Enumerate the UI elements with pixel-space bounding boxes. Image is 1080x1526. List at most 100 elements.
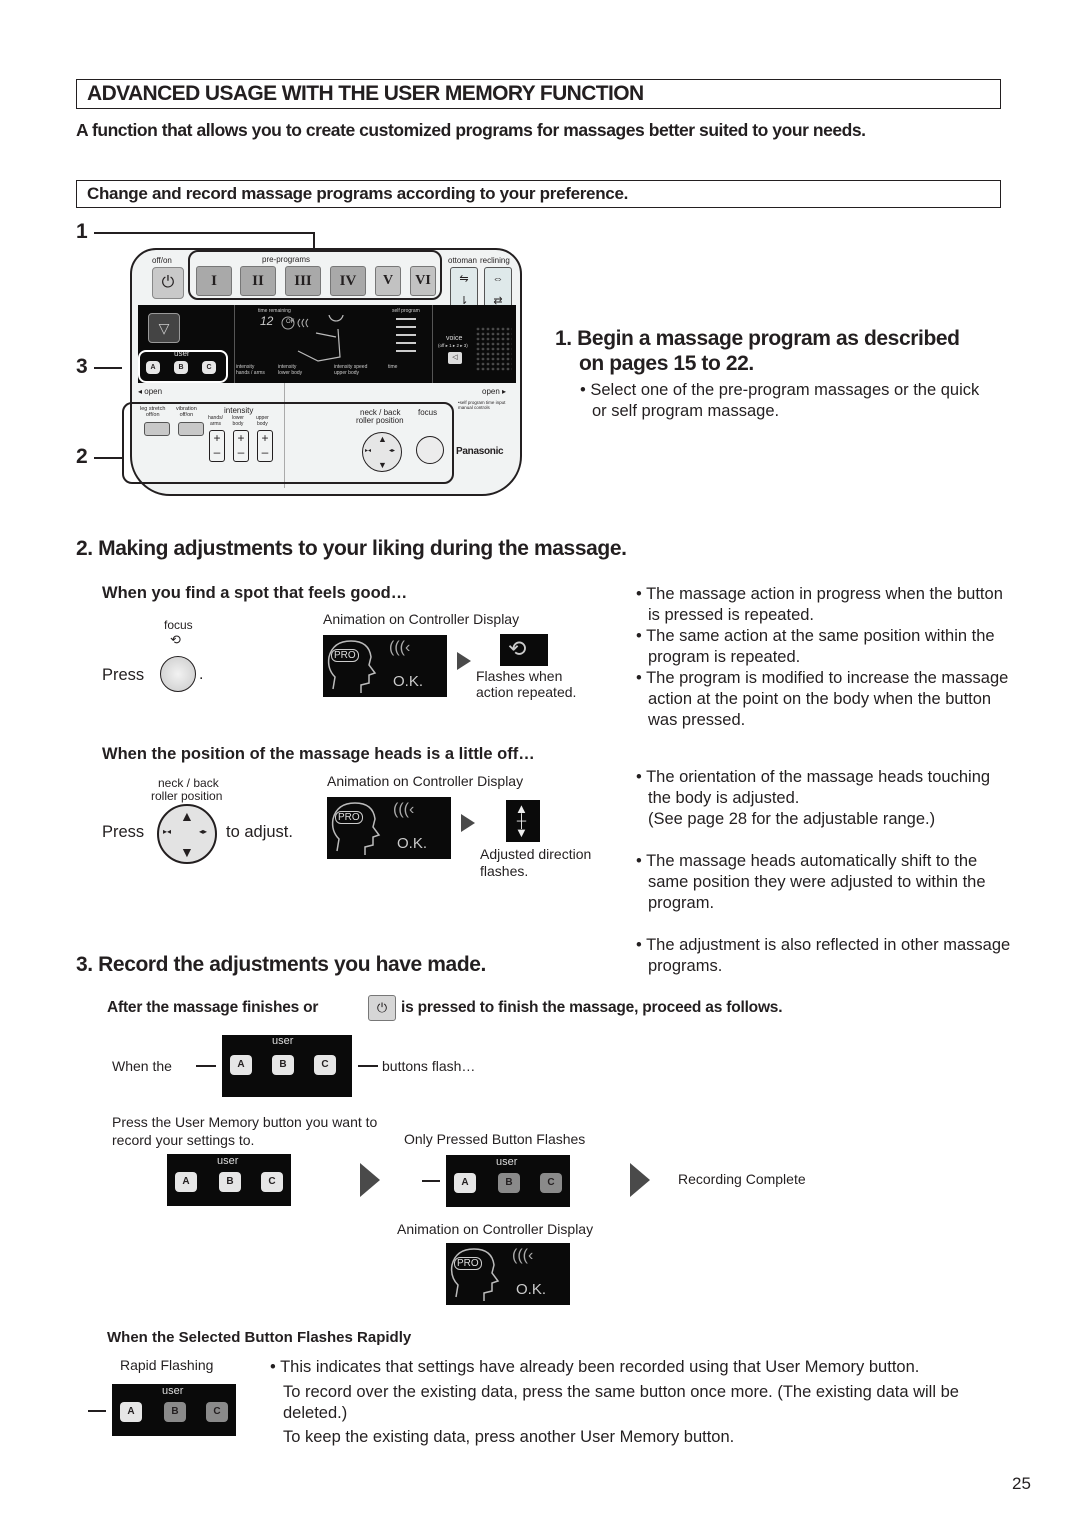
controller-display-panel: ▽ user A B C time remaining 12 OK self p… (138, 305, 516, 383)
user-button-a[interactable]: A (146, 361, 160, 374)
leg-stretch-button[interactable] (144, 422, 170, 436)
program-button-6[interactable]: VI (410, 266, 436, 296)
position-animation-label: Animation on Controller Display (327, 773, 524, 789)
open-right-label[interactable]: open ▸ (482, 387, 506, 396)
stop-icon: ▽ (158, 320, 170, 336)
focus-button[interactable] (416, 436, 444, 464)
voice-button[interactable]: ◁ (448, 352, 462, 364)
roller-position-dpad[interactable]: ▲ ▼ ▸◂ ◂▸ (362, 432, 402, 472)
down-arrow-icon: ▼ (180, 844, 194, 860)
user-button-c[interactable]: C (314, 1055, 336, 1075)
focus-label: focus (418, 408, 438, 417)
user-label: user (162, 1385, 184, 1397)
time-label: time (388, 364, 398, 370)
user-button-b[interactable]: B (219, 1172, 241, 1192)
speaker-grille (476, 327, 512, 371)
widen-icon: ◂▸ (389, 448, 396, 454)
display-divider-right (432, 305, 433, 383)
position-result-caption: Adjusted direction flashes. (480, 846, 592, 879)
user-button-c[interactable]: C (206, 1402, 228, 1422)
voice-label: voice (446, 335, 463, 342)
down-arrow-icon: ▼ (378, 460, 387, 470)
flash-ray (358, 1065, 378, 1067)
user-button-a[interactable]: A (175, 1172, 197, 1192)
user-label: user (217, 1155, 239, 1167)
user-button-b[interactable]: B (272, 1055, 294, 1075)
focus-controller-display: PRO (((‹ O.K. (323, 635, 447, 697)
user-button-c[interactable]: C (540, 1173, 562, 1193)
up-arrow-icon: ▲ (180, 808, 194, 824)
power-icon: ⏻ (161, 274, 175, 291)
intro-text: A function that allows you to create cus… (76, 120, 866, 140)
flash-ray (88, 1410, 106, 1412)
user-buttons-panel: user A B C (167, 1154, 291, 1206)
power-button[interactable]: ⏻ (152, 267, 184, 299)
user-button-a[interactable]: A (120, 1402, 142, 1422)
position-section-heading: When the position of the massage heads i… (102, 745, 535, 763)
rapid-flash-panel: user A B C (112, 1384, 236, 1436)
focus-bullet: • The same action at the same position w… (636, 627, 995, 666)
focus-button-illustration[interactable] (160, 656, 196, 692)
rapid-bullet: • This indicates that settings have alre… (270, 1358, 920, 1376)
stop-button[interactable]: ▽ (148, 313, 180, 343)
roller-position-label: roller position (356, 416, 404, 425)
upper-body-intensity-buttons[interactable]: + – (257, 430, 273, 462)
time-remaining-value: 12 (260, 314, 274, 328)
pro-indicator: PRO (335, 811, 363, 824)
step3-controller-display: PRO (((‹ O.K. (446, 1243, 570, 1305)
lower-body-intensity-buttons[interactable]: + – (233, 430, 249, 462)
panasonic-logo: Panasonic (456, 446, 504, 457)
wave-icon: (((‹ (393, 801, 415, 818)
user-button-c[interactable]: C (202, 361, 216, 374)
position-bullet: • The massage heads automatically shift … (636, 852, 986, 912)
user-button-a[interactable]: A (454, 1173, 476, 1193)
user-button-b[interactable]: B (498, 1173, 520, 1193)
program-button-4[interactable]: IV (330, 266, 366, 296)
arrow-right-icon (461, 814, 475, 832)
self-program-label: self program (392, 308, 420, 314)
focus-label-small: focus (164, 618, 193, 632)
step1-heading-line1: 1. Begin a massage program as described (555, 327, 960, 350)
power-icon: ⏻ (376, 1000, 388, 1015)
program-button-1[interactable]: I (196, 266, 232, 296)
pressed-button-panel: user A B C (446, 1155, 570, 1207)
lower-body-label: lower body (232, 415, 244, 427)
open-left-label[interactable]: ◂ open (138, 387, 162, 396)
user-buttons-flashing-panel: user A B C (222, 1035, 352, 1097)
focus-bullet: • The massage action in progress when th… (636, 585, 1003, 624)
roller-dpad-illustration[interactable]: ▲ ▼ ▸◂ ◂▸ (157, 804, 217, 864)
focus-bullet: • The program is modified to increase th… (636, 669, 1009, 729)
user-button-c[interactable]: C (261, 1172, 283, 1192)
only-pressed-text: Only Pressed Button Flashes (404, 1131, 586, 1147)
arrow-right-icon (630, 1163, 650, 1197)
narrow-icon: ▸◂ (163, 827, 172, 836)
roller-position-small-label: roller position (151, 789, 223, 803)
user-button-a[interactable]: A (230, 1055, 252, 1075)
user-button-b[interactable]: B (174, 361, 188, 374)
intensity-upper-label: intensity speed upper body (334, 364, 368, 376)
intensity-lower-label: intensity lower body (278, 364, 303, 376)
hands-arms-intensity-buttons[interactable]: + – (209, 430, 225, 462)
user-label: user (272, 1035, 294, 1047)
repeat-flash-icon: ⟲ (508, 636, 527, 661)
user-label: user (174, 349, 190, 358)
callout-1: 1 (76, 220, 88, 243)
leg-stretch-label: leg stretch off/on (140, 406, 166, 418)
up-arrow-icon: ▲ (378, 434, 387, 444)
vibration-button[interactable] (178, 422, 204, 436)
display-divider-left (234, 305, 235, 383)
hands-arms-label: hands/ arms (208, 415, 224, 427)
power-button-inline[interactable]: ⏻ (368, 995, 396, 1021)
user-button-b[interactable]: B (164, 1402, 186, 1422)
speaker-icon: ◁ (452, 354, 458, 361)
self-program-note: •self program time input manual controls (458, 400, 506, 410)
program-button-5[interactable]: V (375, 266, 401, 296)
callout-3-line (94, 367, 122, 369)
arrow-right-icon (360, 1163, 380, 1197)
program-button-2[interactable]: II (240, 266, 276, 296)
buttons-flash-text: buttons flash… (382, 1058, 476, 1074)
reclining-icon: ⇔ ⇄ (492, 273, 504, 307)
program-button-3[interactable]: III (285, 266, 321, 296)
focus-bullets: • The massage action in progress when th… (636, 584, 1016, 731)
intensity-hands-label: intensity hands / arms (236, 364, 265, 376)
